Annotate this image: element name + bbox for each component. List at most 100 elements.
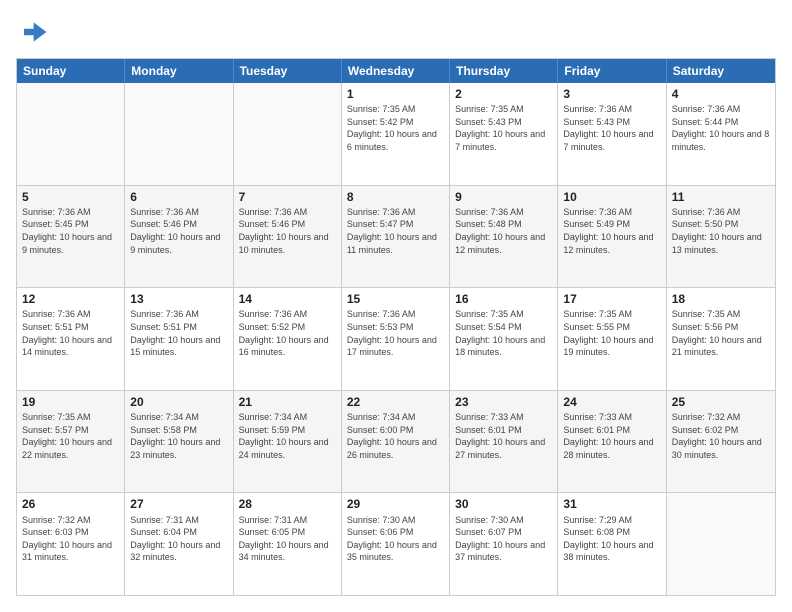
calendar-cell xyxy=(125,83,233,185)
cell-info: Sunrise: 7:35 AM Sunset: 5:42 PM Dayligh… xyxy=(347,103,444,153)
cell-info: Sunrise: 7:35 AM Sunset: 5:57 PM Dayligh… xyxy=(22,411,119,461)
calendar-cell: 2Sunrise: 7:35 AM Sunset: 5:43 PM Daylig… xyxy=(450,83,558,185)
day-number: 26 xyxy=(22,496,119,512)
calendar-week: 5Sunrise: 7:36 AM Sunset: 5:45 PM Daylig… xyxy=(17,186,775,289)
day-number: 31 xyxy=(563,496,660,512)
calendar-cell: 1Sunrise: 7:35 AM Sunset: 5:42 PM Daylig… xyxy=(342,83,450,185)
cell-info: Sunrise: 7:36 AM Sunset: 5:43 PM Dayligh… xyxy=(563,103,660,153)
cell-info: Sunrise: 7:31 AM Sunset: 6:05 PM Dayligh… xyxy=(239,514,336,564)
calendar-cell: 21Sunrise: 7:34 AM Sunset: 5:59 PM Dayli… xyxy=(234,391,342,493)
day-number: 6 xyxy=(130,189,227,205)
day-number: 10 xyxy=(563,189,660,205)
cell-info: Sunrise: 7:36 AM Sunset: 5:44 PM Dayligh… xyxy=(672,103,770,153)
calendar-cell: 22Sunrise: 7:34 AM Sunset: 6:00 PM Dayli… xyxy=(342,391,450,493)
header xyxy=(16,16,776,48)
calendar-cell: 27Sunrise: 7:31 AM Sunset: 6:04 PM Dayli… xyxy=(125,493,233,595)
day-number: 4 xyxy=(672,86,770,102)
cell-info: Sunrise: 7:36 AM Sunset: 5:53 PM Dayligh… xyxy=(347,308,444,358)
day-number: 14 xyxy=(239,291,336,307)
calendar-cell: 13Sunrise: 7:36 AM Sunset: 5:51 PM Dayli… xyxy=(125,288,233,390)
calendar-cell xyxy=(17,83,125,185)
day-number: 7 xyxy=(239,189,336,205)
calendar-cell: 17Sunrise: 7:35 AM Sunset: 5:55 PM Dayli… xyxy=(558,288,666,390)
cell-info: Sunrise: 7:36 AM Sunset: 5:50 PM Dayligh… xyxy=(672,206,770,256)
calendar-week: 26 Sunrise: 7:32 AM Sunset: 6:03 PM Dayli… xyxy=(17,493,775,595)
day-number: 30 xyxy=(455,496,552,512)
calendar-day-header: Monday xyxy=(125,59,233,83)
cell-info: Sunrise: 7:30 AM Sunset: 6:06 PM Dayligh… xyxy=(347,514,444,564)
cell-info: Sunrise: 7:36 AM Sunset: 5:49 PM Dayligh… xyxy=(563,206,660,256)
calendar-week: 12Sunrise: 7:36 AM Sunset: 5:51 PM Dayli… xyxy=(17,288,775,391)
cell-info: Sunrise: 7:30 AM Sunset: 6:07 PM Dayligh… xyxy=(455,514,552,564)
page: SundayMondayTuesdayWednesdayThursdayFrid… xyxy=(0,0,792,612)
calendar-day-header: Thursday xyxy=(450,59,558,83)
cell-info: Sunrise: 7:32 AM Sunset: 6:03 PM Dayligh… xyxy=(22,514,119,564)
calendar-day-header: Saturday xyxy=(667,59,775,83)
calendar-day-header: Sunday xyxy=(17,59,125,83)
calendar-day-header: Friday xyxy=(558,59,666,83)
calendar-cell: 5Sunrise: 7:36 AM Sunset: 5:45 PM Daylig… xyxy=(17,186,125,288)
calendar-day-header: Wednesday xyxy=(342,59,450,83)
cell-info: Sunrise: 7:36 AM Sunset: 5:51 PM Dayligh… xyxy=(130,308,227,358)
cell-info: Sunrise: 7:34 AM Sunset: 5:58 PM Dayligh… xyxy=(130,411,227,461)
calendar-cell: 18Sunrise: 7:35 AM Sunset: 5:56 PM Dayli… xyxy=(667,288,775,390)
calendar-cell: 11Sunrise: 7:36 AM Sunset: 5:50 PM Dayli… xyxy=(667,186,775,288)
calendar-cell: 9Sunrise: 7:36 AM Sunset: 5:48 PM Daylig… xyxy=(450,186,558,288)
day-number: 11 xyxy=(672,189,770,205)
calendar-cell: 14Sunrise: 7:36 AM Sunset: 5:52 PM Dayli… xyxy=(234,288,342,390)
calendar-cell: 8Sunrise: 7:36 AM Sunset: 5:47 PM Daylig… xyxy=(342,186,450,288)
calendar-cell: 28 Sunrise: 7:31 AM Sunset: 6:05 PM Dayli… xyxy=(234,493,342,595)
cell-info: Sunrise: 7:33 AM Sunset: 6:01 PM Dayligh… xyxy=(563,411,660,461)
day-number: 20 xyxy=(130,394,227,410)
calendar-cell: 24Sunrise: 7:33 AM Sunset: 6:01 PM Dayli… xyxy=(558,391,666,493)
calendar-cell: 4Sunrise: 7:36 AM Sunset: 5:44 PM Daylig… xyxy=(667,83,775,185)
day-number: 22 xyxy=(347,394,444,410)
calendar-cell: 20Sunrise: 7:34 AM Sunset: 5:58 PM Dayli… xyxy=(125,391,233,493)
calendar: SundayMondayTuesdayWednesdayThursdayFrid… xyxy=(16,58,776,596)
cell-info: Sunrise: 7:36 AM Sunset: 5:48 PM Dayligh… xyxy=(455,206,552,256)
logo-icon xyxy=(16,16,48,48)
calendar-week: 19Sunrise: 7:35 AM Sunset: 5:57 PM Dayli… xyxy=(17,391,775,494)
day-number: 24 xyxy=(563,394,660,410)
day-number: 12 xyxy=(22,291,119,307)
day-number: 19 xyxy=(22,394,119,410)
day-number: 16 xyxy=(455,291,552,307)
cell-info: Sunrise: 7:34 AM Sunset: 6:00 PM Dayligh… xyxy=(347,411,444,461)
day-number: 23 xyxy=(455,394,552,410)
day-number: 9 xyxy=(455,189,552,205)
day-number: 17 xyxy=(563,291,660,307)
day-number: 29 xyxy=(347,496,444,512)
cell-info: Sunrise: 7:34 AM Sunset: 5:59 PM Dayligh… xyxy=(239,411,336,461)
day-number: 28 xyxy=(239,496,336,512)
day-number: 15 xyxy=(347,291,444,307)
day-number: 5 xyxy=(22,189,119,205)
day-number: 8 xyxy=(347,189,444,205)
cell-info: Sunrise: 7:36 AM Sunset: 5:47 PM Dayligh… xyxy=(347,206,444,256)
cell-info: Sunrise: 7:31 AM Sunset: 6:04 PM Dayligh… xyxy=(130,514,227,564)
cell-info: Sunrise: 7:36 AM Sunset: 5:52 PM Dayligh… xyxy=(239,308,336,358)
cell-info: Sunrise: 7:33 AM Sunset: 6:01 PM Dayligh… xyxy=(455,411,552,461)
calendar-cell: 16Sunrise: 7:35 AM Sunset: 5:54 PM Dayli… xyxy=(450,288,558,390)
cell-info: Sunrise: 7:36 AM Sunset: 5:51 PM Dayligh… xyxy=(22,308,119,358)
cell-info: Sunrise: 7:32 AM Sunset: 6:02 PM Dayligh… xyxy=(672,411,770,461)
calendar-cell: 15Sunrise: 7:36 AM Sunset: 5:53 PM Dayli… xyxy=(342,288,450,390)
calendar-cell: 10Sunrise: 7:36 AM Sunset: 5:49 PM Dayli… xyxy=(558,186,666,288)
logo xyxy=(16,16,52,48)
day-number: 1 xyxy=(347,86,444,102)
calendar-cell: 31Sunrise: 7:29 AM Sunset: 6:08 PM Dayli… xyxy=(558,493,666,595)
cell-info: Sunrise: 7:36 AM Sunset: 5:45 PM Dayligh… xyxy=(22,206,119,256)
calendar-cell: 19Sunrise: 7:35 AM Sunset: 5:57 PM Dayli… xyxy=(17,391,125,493)
cell-info: Sunrise: 7:36 AM Sunset: 5:46 PM Dayligh… xyxy=(239,206,336,256)
calendar-body: 1Sunrise: 7:35 AM Sunset: 5:42 PM Daylig… xyxy=(17,83,775,595)
day-number: 25 xyxy=(672,394,770,410)
day-number: 2 xyxy=(455,86,552,102)
calendar-cell: 7Sunrise: 7:36 AM Sunset: 5:46 PM Daylig… xyxy=(234,186,342,288)
cell-info: Sunrise: 7:35 AM Sunset: 5:55 PM Dayligh… xyxy=(563,308,660,358)
cell-info: Sunrise: 7:35 AM Sunset: 5:43 PM Dayligh… xyxy=(455,103,552,153)
calendar-cell xyxy=(667,493,775,595)
cell-info: Sunrise: 7:36 AM Sunset: 5:46 PM Dayligh… xyxy=(130,206,227,256)
calendar-cell: 3Sunrise: 7:36 AM Sunset: 5:43 PM Daylig… xyxy=(558,83,666,185)
cell-info: Sunrise: 7:35 AM Sunset: 5:54 PM Dayligh… xyxy=(455,308,552,358)
calendar-cell: 25Sunrise: 7:32 AM Sunset: 6:02 PM Dayli… xyxy=(667,391,775,493)
calendar-cell: 26 Sunrise: 7:32 AM Sunset: 6:03 PM Dayli… xyxy=(17,493,125,595)
